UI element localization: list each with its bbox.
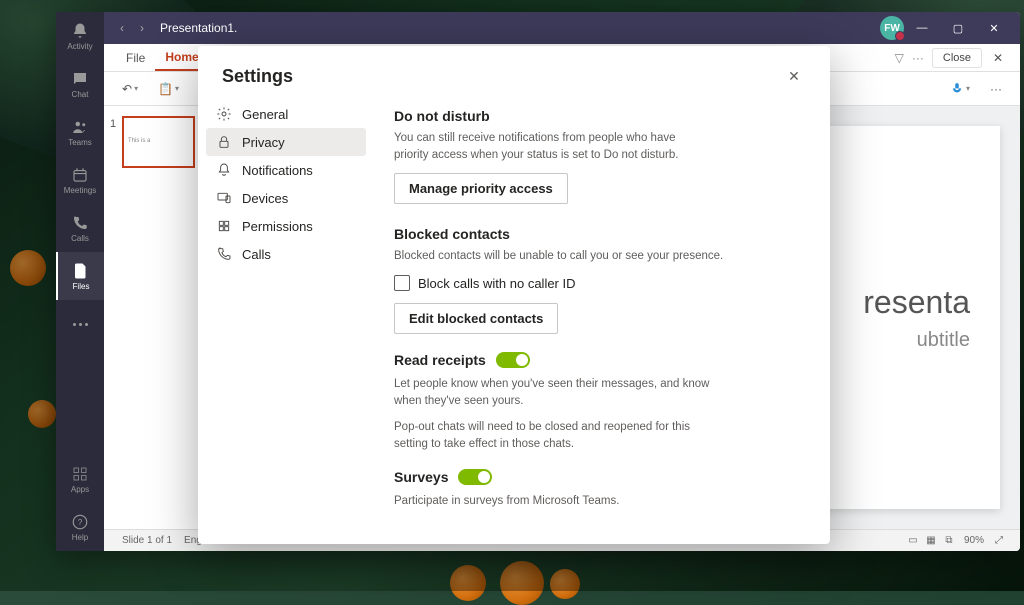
close-window-button[interactable]: ✕ [976,14,1012,42]
nav-devices[interactable]: Devices [206,184,366,212]
slideshow-icon[interactable]: ⧉ [940,533,958,549]
rail-meetings[interactable]: Meetings [56,156,104,204]
rail-more[interactable] [56,300,104,348]
slide-number: 1 [110,118,116,130]
nav-general[interactable]: General [206,100,366,128]
close-icon[interactable]: ✕ [782,64,806,88]
read-receipts-note: Pop-out chats will need to be closed and… [394,419,714,452]
close-x-icon[interactable]: ✕ [988,51,1008,65]
lock-icon [216,134,232,150]
zoom-level[interactable]: 90% [964,535,984,546]
slide-counter[interactable]: Slide 1 of 1 [122,535,172,546]
titlebar: ‹ › Presentation1. FW — ▢ ✕ [104,12,1020,44]
minimize-button[interactable]: — [904,14,940,42]
fit-icon[interactable]: ⤢ [990,533,1008,549]
manage-priority-access-button[interactable]: Manage priority access [394,173,568,204]
read-receipts-toggle[interactable] [496,352,530,368]
read-receipts-description: Let people know when you've seen their m… [394,376,714,409]
bell-icon [216,162,232,178]
more-ribbon-icon[interactable]: ··· [912,51,924,65]
close-doc-button[interactable]: Close [932,48,982,68]
teams-app-rail: Activity Chat Teams Meetings Calls Files… [56,12,104,551]
rail-calls[interactable]: Calls [56,204,104,252]
blocked-heading: Blocked contacts [394,226,802,242]
nav-permissions[interactable]: Permissions [206,212,366,240]
document-title: Presentation1. [160,21,237,35]
surveys-heading: Surveys [394,469,448,485]
rail-files[interactable]: Files [56,252,104,300]
checkbox-icon [394,275,410,291]
nav-privacy[interactable]: Privacy [206,128,366,156]
nav-calls[interactable]: Calls [206,240,366,268]
share-icon[interactable]: ▽ [895,51,904,65]
surveys-toggle[interactable] [458,469,492,485]
block-no-caller-id-checkbox[interactable]: Block calls with no caller ID [394,275,802,291]
settings-content: Do not disturb You can still receive not… [374,100,830,544]
gear-icon [216,106,232,122]
dictate-button[interactable]: ▾ [944,79,976,99]
permissions-icon [216,218,232,234]
rail-teams[interactable]: Teams [56,108,104,156]
maximize-button[interactable]: ▢ [940,14,976,42]
avatar[interactable]: FW [880,16,904,40]
nav-back[interactable]: ‹ [112,21,132,35]
dnd-heading: Do not disturb [394,108,802,124]
slide-title-placeholder: resenta [863,284,970,321]
read-receipts-heading: Read receipts [394,352,486,368]
nav-notifications[interactable]: Notifications [206,156,366,184]
notes-button[interactable]: ▭ [904,533,922,549]
slide-thumbnail-1[interactable]: 1 This is a [122,116,195,168]
dnd-description: You can still receive notifications from… [394,130,694,163]
blocked-description: Blocked contacts will be unable to call … [394,248,802,265]
undo-button[interactable]: ↶▾ [116,79,144,99]
edit-blocked-contacts-button[interactable]: Edit blocked contacts [394,303,558,334]
paste-button[interactable]: 📋▾ [152,79,185,99]
rail-help[interactable]: ? Help [56,503,104,551]
slide-subtitle-placeholder: ubtitle [917,329,970,352]
more-tools-button[interactable]: ··· [984,79,1008,99]
modal-header: Settings ✕ [198,46,830,100]
modal-title: Settings [222,66,293,87]
nav-forward[interactable]: › [132,21,152,35]
tab-file[interactable]: File [116,44,155,71]
normal-view-icon[interactable]: ▦ [922,533,940,549]
settings-modal: Settings ✕ General Privacy Notifications… [198,46,830,544]
rail-apps[interactable]: Apps [56,455,104,503]
settings-nav: General Privacy Notifications Devices Pe… [198,100,374,544]
slide-thumbnails-panel: 1 This is a [104,106,204,529]
svg-text:?: ? [78,518,83,527]
rail-activity[interactable]: Activity [56,12,104,60]
phone-icon [216,246,232,262]
devices-icon [216,190,232,206]
surveys-description: Participate in surveys from Microsoft Te… [394,493,802,510]
rail-chat[interactable]: Chat [56,60,104,108]
